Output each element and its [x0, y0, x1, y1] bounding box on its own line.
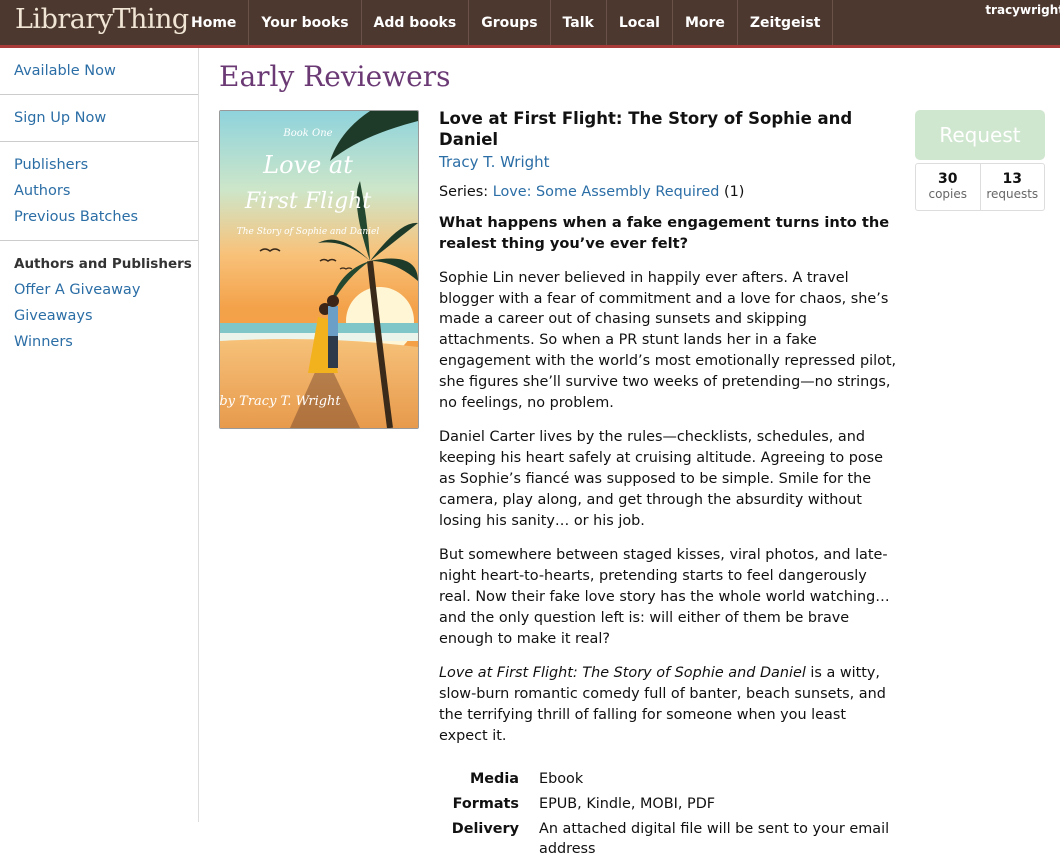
book-title: Love at First Flight: The Story of Sophi… — [439, 109, 853, 149]
nav-home[interactable]: Home — [180, 0, 250, 45]
nav-more[interactable]: More — [673, 0, 738, 45]
description-closing: Love at First Flight: The Story of Sophi… — [439, 663, 897, 746]
copies-label: copies — [928, 187, 968, 201]
sidebar-group-signup: Sign Up Now — [0, 95, 198, 142]
requests-label: requests — [986, 187, 1039, 201]
requests-stat: 13 requests — [979, 164, 1045, 210]
spec-label: Delivery — [451, 820, 519, 837]
book-cover-art: Book One Love at First Flight The Story … — [220, 111, 418, 428]
sidebar-item-sign-up-now[interactable]: Sign Up Now — [14, 105, 198, 131]
page-title: Early Reviewers — [219, 60, 451, 93]
spec-label: Media — [469, 770, 519, 787]
book-tagline: What happens when a fake engagement turn… — [439, 213, 890, 252]
closing-title-italic: Love at First Flight: The Story of Sophi… — [439, 665, 806, 682]
cover-title-line2: First Flight — [244, 189, 372, 214]
spec-value: EPUB, Kindle, MOBI, PDF — [539, 795, 716, 812]
sidebar-group-browse: Publishers Authors Previous Batches — [0, 142, 198, 241]
nav-groups[interactable]: Groups — [469, 0, 551, 45]
requests-count: 13 — [1002, 171, 1022, 187]
site-logo[interactable]: LibraryThing — [15, 4, 189, 35]
book-specs: Media Ebook Formats EPUB, Kindle, MOBI, … — [439, 769, 897, 859]
sidebar: Available Now Sign Up Now Publishers Aut… — [0, 48, 199, 822]
nav-talk[interactable]: Talk — [551, 0, 607, 45]
spec-row-media: Media Ebook — [439, 769, 897, 789]
author-link[interactable]: Tracy T. Wright — [439, 151, 550, 173]
nav-add-books[interactable]: Add books — [362, 0, 470, 45]
sidebar-item-offer-giveaway[interactable]: Offer A Giveaway — [14, 277, 198, 303]
cover-title-line1: Love at — [262, 151, 353, 179]
sidebar-group-authors-publishers: Authors and Publishers Offer A Giveaway … — [0, 241, 198, 365]
spec-value: Ebook — [539, 770, 584, 787]
series-link[interactable]: Love: Some Assembly Required — [493, 184, 720, 200]
spec-row-delivery: Delivery An attached digital file will b… — [439, 819, 897, 859]
book-cover[interactable]: Book One Love at First Flight The Story … — [219, 110, 419, 429]
cover-subtitle: The Story of Sophie and Daniel — [237, 227, 380, 237]
top-navbar: LibraryThing Home Your books Add books G… — [0, 0, 1060, 45]
sidebar-item-available-now[interactable]: Available Now — [14, 58, 198, 84]
request-stats: 30 copies 13 requests — [915, 163, 1045, 211]
sidebar-item-winners[interactable]: Winners — [14, 329, 198, 355]
copies-count: 30 — [938, 171, 958, 187]
spec-row-formats: Formats EPUB, Kindle, MOBI, PDF — [439, 794, 897, 814]
cover-byline: by Tracy T. Wright — [220, 394, 341, 409]
sidebar-item-previous-batches[interactable]: Previous Batches — [14, 204, 198, 230]
series-number: (1) — [724, 183, 745, 200]
sidebar-heading-authors-publishers: Authors and Publishers — [14, 256, 192, 272]
book-details: Love at First Flight: The Story of Sophi… — [439, 108, 897, 864]
request-button[interactable]: Request — [915, 110, 1045, 160]
spec-label: Formats — [452, 795, 519, 812]
description-paragraph: Daniel Carter lives by the rules—checkli… — [439, 429, 884, 529]
nav-local[interactable]: Local — [607, 0, 673, 45]
sidebar-item-giveaways[interactable]: Giveaways — [14, 303, 198, 329]
sidebar-item-publishers[interactable]: Publishers — [14, 152, 198, 178]
series-label: Series: — [439, 183, 489, 200]
series-line: Series: Love: Some Assembly Required (1) — [439, 182, 897, 202]
spec-value: An attached digital file will be sent to… — [539, 820, 890, 857]
description-paragraph: But somewhere between staged kisses, vir… — [439, 547, 890, 647]
user-name-link[interactable]: tracywright — [985, 3, 1060, 17]
cover-kicker: Book One — [282, 128, 332, 139]
sidebar-item-authors[interactable]: Authors — [14, 178, 198, 204]
sidebar-group-available: Available Now — [0, 48, 198, 95]
description-paragraph: Sophie Lin never believed in happily eve… — [439, 269, 897, 411]
main-nav: Home Your books Add books Groups Talk Lo… — [180, 0, 834, 45]
nav-your-books[interactable]: Your books — [249, 0, 362, 45]
copies-stat: 30 copies — [916, 164, 980, 210]
nav-zeitgeist[interactable]: Zeitgeist — [738, 0, 834, 45]
